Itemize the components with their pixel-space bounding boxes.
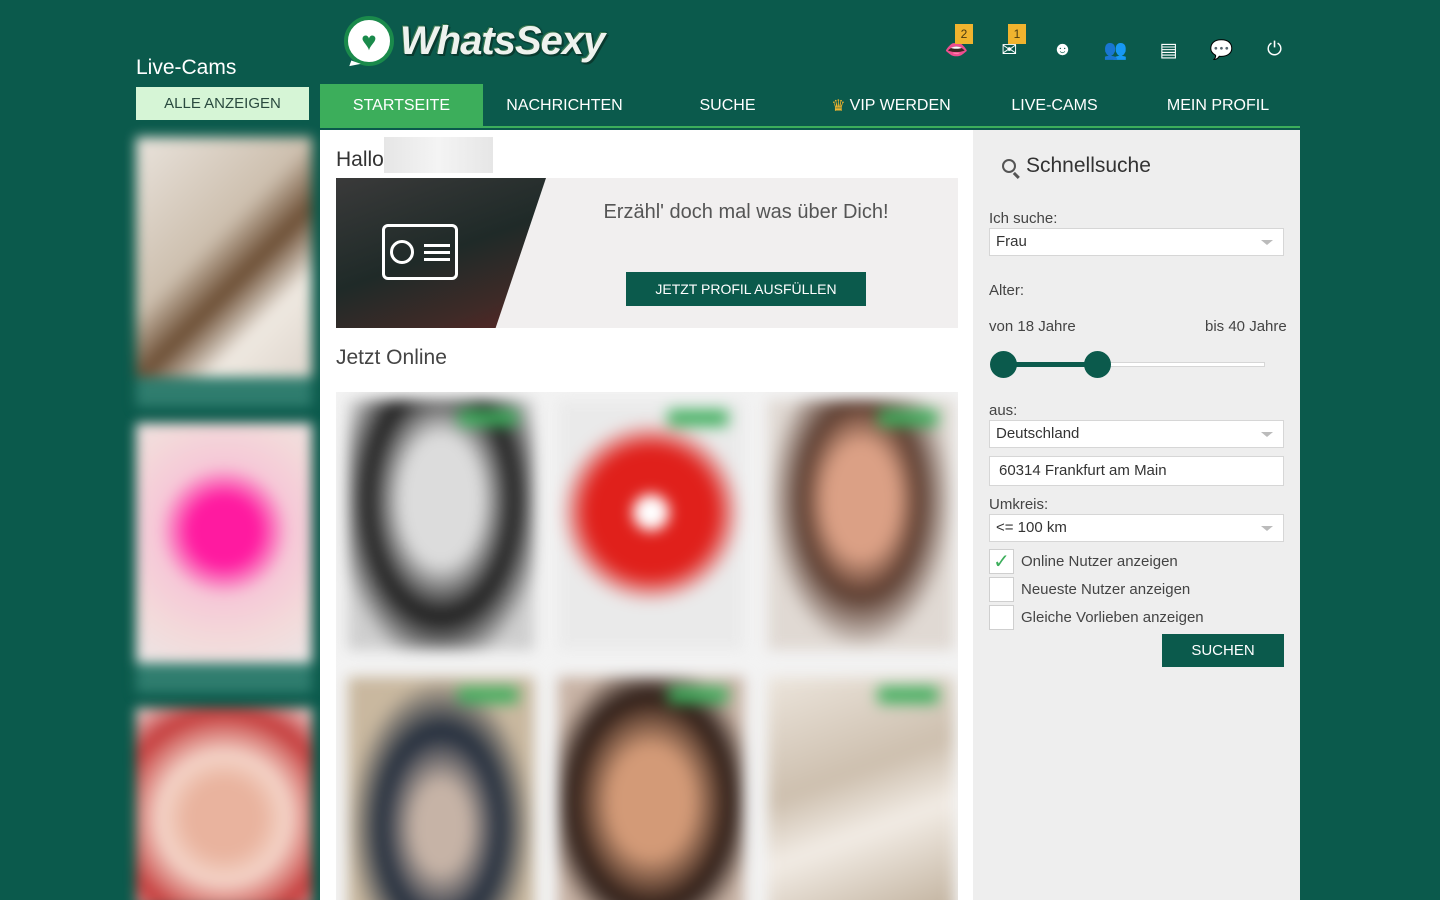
promo-text: Erzähl' doch mal was über Dich! — [603, 201, 889, 223]
mail-badge: 1 — [1008, 24, 1026, 44]
user-card[interactable] — [768, 400, 954, 650]
chevron-down-icon — [1261, 526, 1273, 531]
quick-search-title: Schnellsuche — [1002, 154, 1151, 178]
alien-icon[interactable]: ☻ — [1036, 28, 1089, 72]
live-cam-thumbnail[interactable] — [136, 423, 312, 693]
online-section-title: Jetzt Online — [336, 346, 447, 369]
kiss-icon[interactable]: 👄 2 — [930, 24, 983, 72]
live-cam-thumbnail[interactable] — [136, 137, 312, 407]
power-icon[interactable]: ⏻ — [1248, 28, 1301, 72]
radius-select[interactable]: <= 100 km — [989, 514, 1284, 542]
chat-icon[interactable]: 💬 — [1195, 28, 1248, 72]
online-users-checkbox[interactable]: ✓ — [989, 549, 1014, 574]
country-select[interactable]: Deutschland — [989, 420, 1284, 448]
main-nav: STARTSEITE NACHRICHTEN SUCHE ♛ VIP WERDEN… — [320, 84, 1300, 128]
online-users-checkbox-row[interactable]: ✓ Online Nutzer anzeigen — [989, 549, 1178, 574]
same-preferences-label: Gleiche Vorlieben anzeigen — [1021, 609, 1204, 626]
nav-mein-profil[interactable]: MEIN PROFIL — [1136, 84, 1300, 128]
show-all-cams-button[interactable]: ALLE ANZEIGEN — [136, 87, 309, 120]
user-card[interactable] — [558, 400, 744, 650]
same-preferences-checkbox-row[interactable]: Gleiche Vorlieben anzeigen — [989, 605, 1204, 630]
kiss-badge: 2 — [955, 24, 973, 44]
greeting: Hallo — [336, 148, 384, 171]
age-label: Alter: — [989, 282, 1025, 299]
search-button[interactable]: SUCHEN — [1162, 634, 1284, 667]
age-slider-min-handle[interactable] — [990, 351, 1017, 378]
online-users-label: Online Nutzer anzeigen — [1021, 553, 1178, 570]
newest-users-checkbox-row[interactable]: Neueste Nutzer anzeigen — [989, 577, 1190, 602]
newest-users-checkbox[interactable] — [989, 577, 1014, 602]
logo-text: WhatsSexy — [400, 18, 605, 63]
user-card[interactable] — [348, 400, 534, 650]
user-card[interactable] — [558, 677, 744, 900]
search-icon — [1002, 159, 1016, 173]
logo-icon: ♥ — [344, 16, 394, 66]
nav-nachrichten[interactable]: NACHRICHTEN — [483, 84, 646, 128]
city-input[interactable]: 60314 Frankfurt am Main — [989, 456, 1284, 486]
users-icon[interactable]: 👥 — [1089, 28, 1142, 72]
same-preferences-checkbox[interactable] — [989, 605, 1014, 630]
newest-users-label: Neueste Nutzer anzeigen — [1021, 581, 1191, 598]
age-from-label: von 18 Jahre — [989, 318, 1076, 335]
fill-profile-button[interactable]: JETZT PROFIL AUSFÜLLEN — [626, 272, 866, 306]
promo-image — [336, 178, 546, 328]
mail-icon[interactable]: ✉ 1 — [983, 24, 1036, 72]
age-to-label: bis 40 Jahre — [1205, 318, 1287, 335]
nav-vip-label: VIP WERDEN — [849, 97, 951, 114]
user-card[interactable] — [768, 677, 954, 900]
online-users-grid — [336, 392, 958, 900]
live-cam-thumbnail[interactable] — [136, 708, 312, 900]
nav-vip[interactable]: ♛ VIP WERDEN — [809, 84, 973, 128]
top-icon-bar: 👄 2 ✉ 1 ☻ 👥 ▤ 💬 ⏻ — [930, 24, 1301, 72]
nav-live-cams[interactable]: LIVE-CAMS — [973, 84, 1136, 128]
looking-for-select[interactable]: Frau — [989, 228, 1284, 256]
crown-icon: ♛ — [831, 98, 846, 115]
from-label: aus: — [989, 402, 1018, 419]
radius-label: Umkreis: — [989, 496, 1049, 513]
username-redacted — [384, 137, 493, 173]
id-card-icon — [382, 224, 458, 280]
cards-icon[interactable]: ▤ — [1142, 28, 1195, 72]
logo[interactable]: ♥ WhatsSexy — [344, 16, 605, 66]
age-slider-max-handle[interactable] — [1084, 351, 1111, 378]
nav-suche[interactable]: SUCHE — [646, 84, 809, 128]
chevron-down-icon — [1261, 240, 1273, 245]
looking-for-label: Ich suche: — [989, 210, 1058, 227]
nav-startseite[interactable]: STARTSEITE — [320, 84, 483, 128]
chevron-down-icon — [1261, 432, 1273, 437]
live-cams-title: Live-Cams — [136, 56, 237, 79]
user-card[interactable] — [348, 677, 534, 900]
